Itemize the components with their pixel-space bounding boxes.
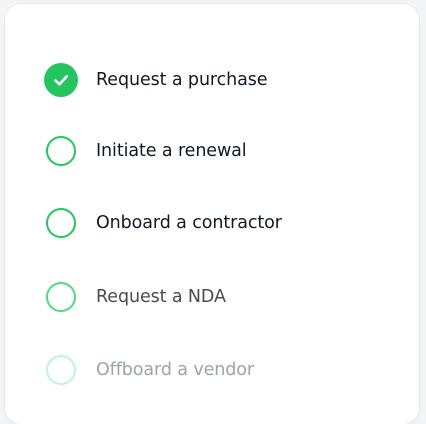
task-item-request-purchase[interactable]: Request a purchase: [44, 62, 268, 98]
unchecked-radio[interactable]: [46, 208, 76, 238]
checked-radio[interactable]: [44, 63, 78, 97]
task-item-offboard-vendor[interactable]: Offboard a vendor: [46, 352, 254, 388]
task-label: Request a NDA: [96, 287, 226, 307]
task-item-request-nda[interactable]: Request a NDA: [46, 279, 226, 315]
task-label: Onboard a contractor: [96, 213, 282, 233]
task-item-onboard-contractor[interactable]: Onboard a contractor: [46, 205, 282, 241]
unchecked-radio[interactable]: [46, 136, 76, 166]
check-icon: [54, 74, 69, 86]
unchecked-radio[interactable]: [46, 282, 76, 312]
task-label: Request a purchase: [96, 70, 268, 90]
unchecked-radio[interactable]: [46, 355, 76, 385]
task-label: Initiate a renewal: [96, 141, 247, 161]
task-card: Request a purchase Initiate a renewal On…: [5, 4, 419, 424]
task-label: Offboard a vendor: [96, 360, 255, 380]
task-item-initiate-renewal[interactable]: Initiate a renewal: [46, 133, 247, 169]
